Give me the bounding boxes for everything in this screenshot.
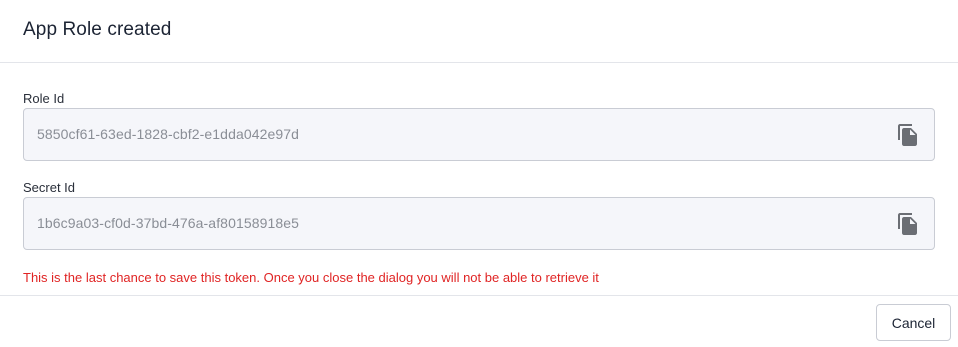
warning-message: This is the last chance to save this tok… (23, 270, 599, 285)
secret-id-value[interactable]: 1b6c9a03-cf0d-37bd-476a-af80158918e5 (37, 215, 299, 231)
secret-id-field[interactable]: 1b6c9a03-cf0d-37bd-476a-af80158918e5 (23, 197, 935, 250)
role-id-label: Role Id (23, 91, 65, 106)
dialog-footer: Cancel (0, 295, 958, 347)
role-id-field[interactable]: 5850cf61-63ed-1828-cbf2-e1dda042e97d (23, 108, 935, 161)
copy-secret-id-button[interactable] (896, 212, 920, 236)
copy-icon (898, 124, 917, 146)
dialog-title: App Role created (23, 19, 172, 40)
dialog-header: App Role created (0, 0, 958, 63)
app-role-created-dialog: App Role created Role Id 5850cf61-63ed-1… (0, 0, 958, 347)
copy-role-id-button[interactable] (896, 123, 920, 147)
cancel-button[interactable]: Cancel (876, 304, 951, 341)
role-id-value[interactable]: 5850cf61-63ed-1828-cbf2-e1dda042e97d (37, 126, 299, 142)
secret-id-label: Secret Id (23, 180, 76, 195)
copy-icon (898, 213, 917, 235)
